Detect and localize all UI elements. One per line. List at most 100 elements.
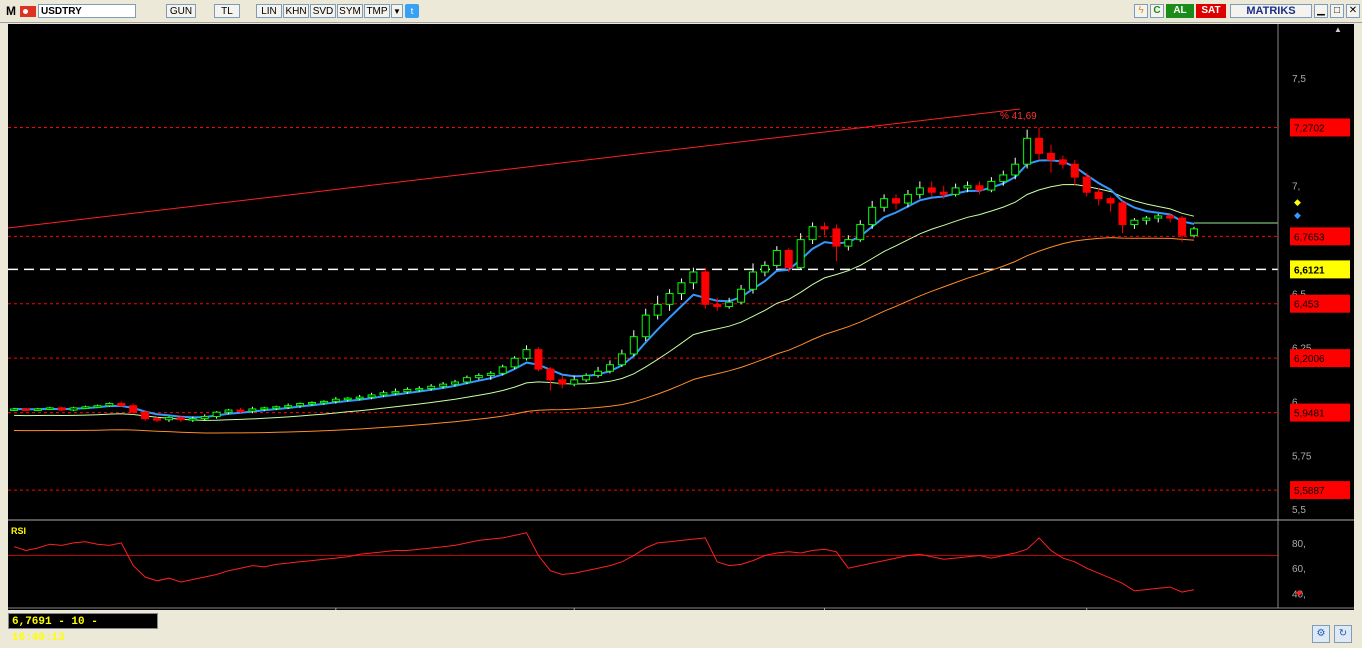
rsi-tick-label: 80, <box>1292 539 1306 550</box>
candle-body <box>880 198 889 208</box>
candle-body <box>546 368 555 381</box>
close-icon[interactable]: ✕ <box>1346 4 1360 18</box>
app-logo[interactable]: M <box>4 4 18 18</box>
level-label: 6,6121 <box>1294 265 1325 276</box>
candle-body <box>892 198 901 204</box>
cursor-marker-2-icon[interactable]: ◆ <box>1294 210 1301 220</box>
candle-body <box>617 353 626 366</box>
scroll-up-icon[interactable]: ▲ <box>1334 25 1342 34</box>
candle-body <box>677 282 686 295</box>
candle-body <box>510 357 519 368</box>
minimize-icon[interactable]: ▁ <box>1314 4 1328 18</box>
khn-button[interactable]: KHN <box>283 4 309 18</box>
ema-slow-line <box>13 237 1195 434</box>
candle-body <box>1190 228 1198 236</box>
candle-body <box>725 301 734 308</box>
price-chart[interactable]: % 41,69 7,57,6,756,56,256,5,755,5 7,2702… <box>8 24 1354 610</box>
tmp-button[interactable]: TMP <box>364 4 390 18</box>
brand-logo: MATRIKS <box>1230 4 1312 18</box>
y-tick-label: 7, <box>1292 182 1300 193</box>
candle-body <box>1082 176 1091 193</box>
maximize-icon[interactable]: □ <box>1330 4 1344 18</box>
rsi-label: RSI <box>11 526 26 536</box>
candle-body <box>975 185 984 191</box>
linear-button[interactable]: LIN <box>256 4 282 18</box>
candle-body <box>1118 202 1127 226</box>
toolbar-right: ϟ C AL SAT MATRIKS ▁ □ ✕ <box>1132 3 1360 19</box>
candle-body <box>69 407 78 411</box>
twitter-icon[interactable]: t <box>405 4 419 18</box>
candle-body <box>355 396 364 400</box>
level-label: 5,5887 <box>1294 486 1325 497</box>
candle-body <box>1178 217 1187 236</box>
ema-fast-line <box>13 159 1195 419</box>
refresh-icon[interactable]: C <box>1150 4 1164 18</box>
status-readout: 6,7691 - 10 - 16:40:13 <box>8 613 158 644</box>
candle-body <box>367 394 376 398</box>
candle-body <box>1011 163 1020 176</box>
candle-body <box>796 239 805 269</box>
candle-body <box>200 415 209 420</box>
candle-body <box>33 408 42 411</box>
y-tick-label: 5,5 <box>1292 505 1306 516</box>
candle-body <box>1046 152 1055 161</box>
candle-body <box>1094 191 1103 200</box>
candle-body <box>939 191 948 195</box>
candle-body <box>665 293 674 305</box>
refresh-chart-icon[interactable]: ↻ <box>1334 625 1352 643</box>
chart-area[interactable]: % 41,69 7,57,6,756,56,256,5,755,5 7,2702… <box>8 24 1354 610</box>
buy-button[interactable]: AL <box>1166 4 1194 18</box>
rsi-tick-label: 60, <box>1292 564 1306 575</box>
candle-body <box>296 403 305 407</box>
candle-body <box>784 249 793 269</box>
currency-button[interactable]: TL <box>214 4 240 18</box>
level-label: 6,7653 <box>1294 232 1325 243</box>
candle-body <box>307 401 316 405</box>
candle-body <box>451 381 460 385</box>
lightning-icon[interactable]: ϟ <box>1134 4 1148 18</box>
candle-body <box>558 379 567 385</box>
candle-body <box>188 418 197 421</box>
period-button[interactable]: GUN <box>166 4 196 18</box>
rsi-line <box>13 532 1195 593</box>
candle-body <box>117 403 126 407</box>
dropdown-arrow-icon[interactable]: ▼ <box>391 4 403 18</box>
candle-body <box>236 409 245 413</box>
sell-button[interactable]: SAT <box>1196 4 1226 18</box>
level-label: 5,9481 <box>1294 409 1325 420</box>
candle-body <box>856 224 865 241</box>
candle-body <box>176 417 185 421</box>
candle-body <box>534 349 543 370</box>
sym-button[interactable]: SYM <box>337 4 363 18</box>
candle-body <box>212 411 221 417</box>
rsi-panel: 80,60,40,◆ <box>8 520 1306 608</box>
candle-body <box>713 303 722 308</box>
candle-body <box>1070 163 1079 178</box>
candle-body <box>927 187 936 193</box>
level-label: 6,453 <box>1294 300 1319 311</box>
candle-body <box>582 375 591 381</box>
candle-body <box>748 271 757 290</box>
candle-body <box>105 403 114 407</box>
candle-body <box>1166 215 1175 219</box>
candle-body <box>224 409 233 413</box>
symbol-input[interactable]: USDTRY <box>38 4 136 18</box>
candle-body <box>772 249 781 267</box>
candle-body <box>999 174 1008 182</box>
candle-body <box>653 303 662 316</box>
candle-body <box>522 349 531 359</box>
candle-body <box>1142 217 1151 221</box>
candle-body <box>403 389 412 393</box>
cursor-marker-icon[interactable]: ◆ <box>1294 197 1301 207</box>
candle-body <box>498 366 507 374</box>
candle-body <box>248 408 257 412</box>
candle-body <box>21 408 30 411</box>
level-label: 6,2006 <box>1294 354 1325 365</box>
candle-body <box>486 372 495 377</box>
candle-body <box>45 407 54 410</box>
candle-body <box>153 418 162 421</box>
y-tick-label: 7,5 <box>1292 74 1306 85</box>
settings-icon[interactable]: ⚙ <box>1312 625 1330 643</box>
candle-body <box>81 406 90 409</box>
svd-button[interactable]: SVD <box>310 4 336 18</box>
